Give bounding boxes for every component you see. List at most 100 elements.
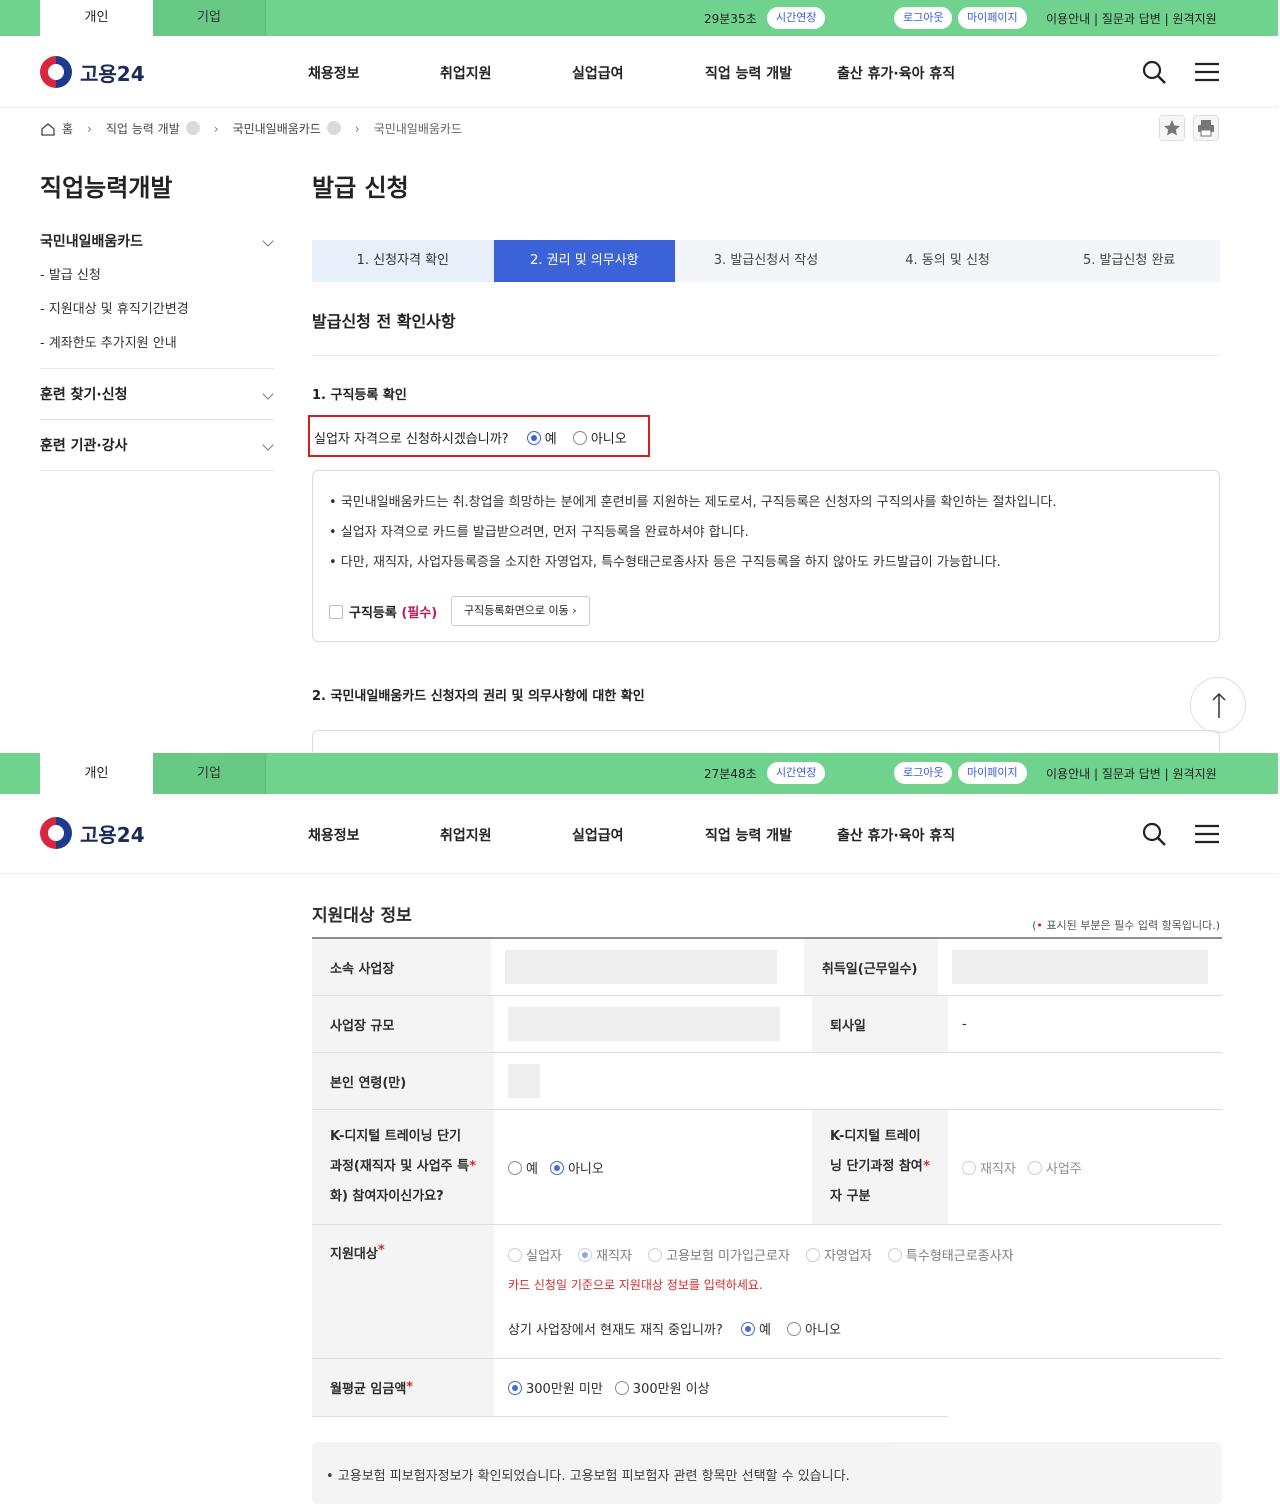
radio-yes[interactable]: 예 bbox=[526, 431, 569, 447]
nav-item-parental-leave[interactable]: 출산 휴가·육아 휴직 bbox=[837, 825, 955, 845]
utility-links[interactable]: 이용안내 | 질문과 답변 | 원격지원 bbox=[1046, 765, 1217, 782]
radio-target-uninsured[interactable]: 고용보험 미가입근로자 bbox=[648, 1248, 802, 1264]
chevron-down-icon bbox=[262, 439, 274, 451]
sidebar-group-training: 훈련 찾기·신청 bbox=[40, 369, 274, 420]
radio-kdigital-no[interactable]: 아니오 bbox=[549, 1158, 616, 1177]
step-3: 3. 발급신청서 작성 bbox=[675, 240, 857, 282]
extend-session-button[interactable]: 시간연장 bbox=[767, 7, 826, 29]
scroll-top-button[interactable] bbox=[1190, 677, 1246, 733]
radio-circle[interactable] bbox=[787, 1322, 802, 1336]
mypage-button[interactable]: 마이페이지 bbox=[958, 7, 1027, 29]
radio-circle[interactable] bbox=[508, 1248, 522, 1262]
nav-item-parental-leave[interactable]: 출산 휴가·육아 휴직 bbox=[837, 63, 955, 83]
field-cell bbox=[491, 939, 804, 995]
tab-personal[interactable]: 개인 bbox=[40, 753, 153, 794]
extend-session-button[interactable]: 시간연장 bbox=[767, 762, 826, 784]
breadcrumb-home[interactable]: 홈 bbox=[62, 120, 73, 137]
subsection-title: 1. 구직등록 확인 bbox=[312, 388, 407, 403]
nav-item-employment-support[interactable]: 취업지원 bbox=[440, 825, 492, 845]
radio-circle[interactable] bbox=[508, 1160, 522, 1175]
tab-company[interactable]: 기업 bbox=[153, 753, 266, 794]
go-button-label: 구직등록화면으로 이동 bbox=[464, 604, 569, 617]
sidebar-item-label: 국민내일배움카드 bbox=[40, 234, 144, 250]
radio-circle[interactable] bbox=[740, 1322, 755, 1336]
print-button[interactable] bbox=[1193, 115, 1219, 141]
radio-circle[interactable] bbox=[549, 1160, 564, 1175]
radio-still-yes[interactable]: 예 bbox=[740, 1322, 783, 1338]
support-form: 소속 사업장 취득일(근무일수) 사업장 규모 퇴사일 - 본인 연령(만) K… bbox=[312, 937, 1222, 1417]
job-registration-checkbox[interactable] bbox=[329, 605, 343, 619]
sidebar-item-institution[interactable]: 훈련 기관·강사 bbox=[40, 434, 274, 458]
radio-label: 재직자 bbox=[980, 1161, 1016, 1177]
nav-item-jobs[interactable]: 채용정보 bbox=[308, 825, 360, 845]
radio-circle[interactable] bbox=[1027, 1160, 1042, 1175]
breadcrumb-level1[interactable]: 직업 능력 개발 bbox=[106, 120, 200, 137]
sidebar-item-label: 훈련 찾기·신청 bbox=[40, 387, 128, 403]
search-icon[interactable] bbox=[1140, 58, 1168, 86]
radio-still-no[interactable]: 아니오 bbox=[787, 1322, 853, 1338]
nav-item-skill-development[interactable]: 직업 능력 개발 bbox=[705, 63, 792, 83]
radio-circle[interactable] bbox=[805, 1248, 820, 1262]
radio-no[interactable]: 아니오 bbox=[572, 431, 639, 447]
form-row: 지원대상 * 실업자 재직자 고용보험 미가입근로자 자영업자 특수형태근로종사자… bbox=[312, 1225, 1222, 1359]
radio-target-unemployed[interactable]: 실업자 bbox=[508, 1248, 574, 1264]
breadcrumb-level3: 국민내일배움카드 bbox=[373, 122, 463, 136]
menu-icon[interactable] bbox=[1193, 58, 1221, 86]
radio-kdigital-employee[interactable]: 재직자 bbox=[962, 1158, 1028, 1177]
favorite-button[interactable] bbox=[1159, 115, 1185, 141]
radio-kdigital-employer[interactable]: 사업주 bbox=[1027, 1158, 1094, 1177]
site-logo[interactable]: 고용24 bbox=[40, 56, 145, 88]
nav-item-jobs[interactable]: 채용정보 bbox=[308, 63, 360, 83]
tab-company[interactable]: 기업 bbox=[153, 0, 266, 36]
radio-circle[interactable] bbox=[962, 1160, 976, 1175]
printer-icon bbox=[1198, 120, 1214, 137]
radio-label: 예 bbox=[526, 1161, 538, 1177]
sidebar-subitem-limit[interactable]: - 계좌한도 추가지원 안내 bbox=[40, 332, 274, 356]
still-working-row: 상기 사업장에서 현재도 재직 중입니까? 예 아니오 bbox=[508, 1319, 1208, 1338]
radio-circle[interactable] bbox=[572, 431, 587, 445]
logout-button[interactable]: 로그아웃 bbox=[894, 762, 953, 784]
kdigital-question: K-디지털 트레이닝 단기과정(재직자 및 사업주 특화) 참여자이신가요? bbox=[330, 1129, 470, 1204]
radio-wage-under[interactable]: 300만원 미만 bbox=[508, 1378, 615, 1397]
still-working-question: 상기 사업장에서 현재도 재직 중입니까? bbox=[508, 1323, 723, 1338]
sidebar-subitem-apply[interactable]: - 발급 신청 bbox=[40, 264, 274, 288]
radio-circle[interactable] bbox=[648, 1248, 663, 1262]
sidebar-item-learning-card[interactable]: 국민내일배움카드 bbox=[40, 230, 274, 254]
menu-icon[interactable] bbox=[1193, 820, 1221, 848]
radio-kdigital-yes[interactable]: 예 bbox=[508, 1158, 550, 1177]
radio-circle[interactable] bbox=[526, 431, 541, 445]
sidebar-item-training-search[interactable]: 훈련 찾기·신청 bbox=[40, 383, 274, 407]
radio-circle[interactable] bbox=[887, 1248, 902, 1262]
nav-item-unemployment-benefit[interactable]: 실업급여 bbox=[572, 63, 624, 83]
chevron-down-icon[interactable] bbox=[326, 121, 341, 135]
go-job-registration-button[interactable]: 구직등록화면으로 이동 › bbox=[451, 596, 590, 626]
nav-item-unemployment-benefit[interactable]: 실업급여 bbox=[572, 825, 624, 845]
sidebar-subitem-change[interactable]: - 지원대상 및 휴직기간변경 bbox=[40, 298, 274, 322]
required-mark: * bbox=[377, 1243, 385, 1258]
radio-circle[interactable] bbox=[508, 1381, 522, 1395]
required-mark: * bbox=[406, 1380, 414, 1395]
logout-button[interactable]: 로그아웃 bbox=[894, 7, 953, 29]
chevron-right-icon: › bbox=[213, 121, 219, 136]
radio-target-self-employed[interactable]: 자영업자 bbox=[805, 1248, 884, 1264]
info-box: • 국민내일배움카드는 취.창업을 희망하는 분에게 훈련비를 지원하는 제도로… bbox=[312, 470, 1220, 642]
search-icon[interactable] bbox=[1140, 820, 1168, 848]
home-icon[interactable] bbox=[40, 122, 56, 136]
radio-no-label: 아니오 bbox=[590, 432, 627, 447]
radio-target-employee[interactable]: 재직자 bbox=[578, 1248, 644, 1264]
tab-personal[interactable]: 개인 bbox=[40, 0, 153, 36]
chevron-down-icon[interactable] bbox=[185, 121, 200, 135]
site-logo[interactable]: 고용24 bbox=[40, 817, 145, 849]
mypage-button[interactable]: 마이페이지 bbox=[958, 762, 1027, 784]
radio-wage-over[interactable]: 300만원 이상 bbox=[614, 1378, 722, 1397]
step-2: 2. 권리 및 의무사항 bbox=[493, 240, 676, 282]
target-label: 지원대상 bbox=[330, 1247, 378, 1262]
radio-target-special[interactable]: 특수형태근로종사자 bbox=[887, 1248, 1026, 1264]
radio-circle[interactable] bbox=[614, 1381, 629, 1395]
breadcrumb-level2[interactable]: 국민내일배움카드 bbox=[233, 120, 341, 137]
utility-links[interactable]: 이용안내 | 질문과 답변 | 원격지원 bbox=[1046, 10, 1217, 27]
kdigital-type-label: K-디지털 트레이닝 단기과정 참여자 구분 bbox=[830, 1129, 923, 1204]
radio-circle[interactable] bbox=[578, 1248, 593, 1262]
nav-item-employment-support[interactable]: 취업지원 bbox=[440, 63, 492, 83]
nav-item-skill-development[interactable]: 직업 능력 개발 bbox=[705, 825, 792, 845]
